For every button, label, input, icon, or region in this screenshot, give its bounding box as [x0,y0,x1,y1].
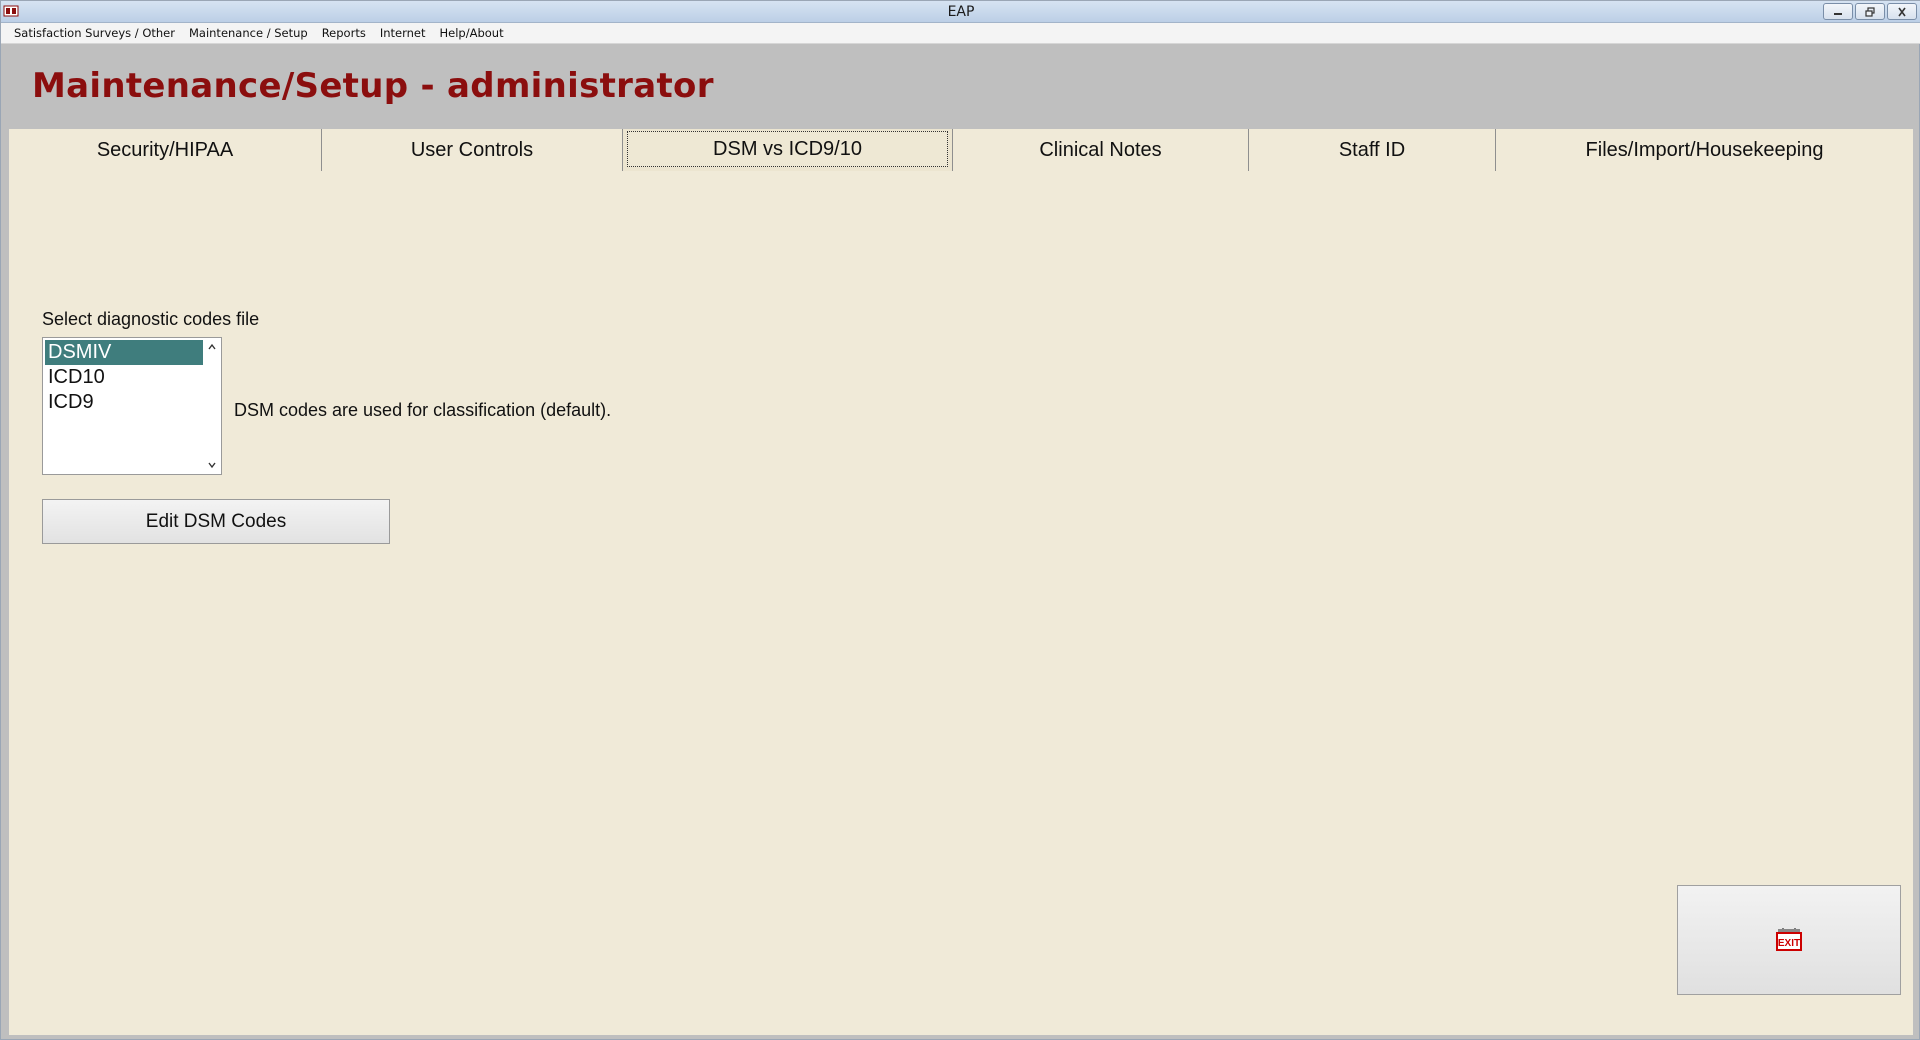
page-title: Maintenance/Setup - administrator [32,66,714,106]
list-item-dsmiv[interactable]: DSMIV [45,340,203,365]
select-codes-label: Select diagnostic codes file [42,309,260,329]
tab-content-panel: Select diagnostic codes file DSMIV ICD10… [9,171,1913,1035]
chevron-down-icon [208,462,216,469]
menu-help-about[interactable]: Help/About [433,26,511,40]
tab-label: Files/Import/Housekeeping [1585,138,1824,161]
tab-label: User Controls [410,138,534,161]
edit-dsm-codes-button[interactable]: Edit DSM Codes [42,499,390,544]
window-controls [1823,3,1917,20]
tab-security-hipaa[interactable]: Security/HIPAA [9,129,322,171]
tab-focus-ring: DSM vs ICD9/10 [627,131,948,167]
close-button[interactable] [1887,3,1917,20]
menu-reports[interactable]: Reports [315,26,373,40]
tab-files-import-housekeeping[interactable]: Files/Import/Housekeeping [1496,129,1913,171]
page-header: Maintenance/Setup - administrator [7,46,1913,128]
tab-staff-id[interactable]: Staff ID [1249,129,1496,171]
tab-label: DSM vs ICD9/10 [713,137,862,160]
menu-maintenance-setup[interactable]: Maintenance / Setup [182,26,315,40]
tab-label: Staff ID [1338,138,1406,161]
codes-description: DSM codes are used for classification (d… [234,400,612,420]
window-title: EAP [947,4,975,20]
tab-strip: Security/HIPAA User Controls DSM vs ICD9… [9,129,1913,171]
exit-sign-text: EXIT [1778,938,1800,949]
tab-label: Security/HIPAA [96,138,234,161]
scroll-up-arrow[interactable] [204,339,220,355]
tab-dsm-vs-icd[interactable]: DSM vs ICD9/10 [623,129,953,171]
app-window: EAP Satisfaction Surveys / Other Mainten… [0,0,1920,1040]
listbox-scrollbar[interactable] [204,339,220,473]
list-item-icd10[interactable]: ICD10 [45,365,203,390]
tab-user-controls[interactable]: User Controls [322,129,623,171]
exit-button[interactable]: EXIT [1677,885,1901,995]
scroll-down-arrow[interactable] [204,457,220,473]
menu-bar: Satisfaction Surveys / Other Maintenance… [1,23,1920,44]
title-bar[interactable]: EAP [1,1,1920,23]
minimize-icon [1834,12,1842,15]
chevron-up-icon [208,343,216,350]
tab-label: Clinical Notes [1039,138,1162,161]
list-item-icd9[interactable]: ICD9 [45,390,203,415]
restore-button[interactable] [1855,3,1885,20]
minimize-button[interactable] [1823,3,1853,20]
codes-file-listbox[interactable]: DSMIV ICD10 ICD9 [42,337,222,475]
menu-satisfaction-surveys[interactable]: Satisfaction Surveys / Other [7,26,182,40]
tab-clinical-notes[interactable]: Clinical Notes [953,129,1249,171]
menu-internet[interactable]: Internet [373,26,433,40]
restore-icon [1865,6,1875,17]
exit-sign-icon: EXIT [1776,928,1802,951]
close-icon [1898,7,1906,16]
